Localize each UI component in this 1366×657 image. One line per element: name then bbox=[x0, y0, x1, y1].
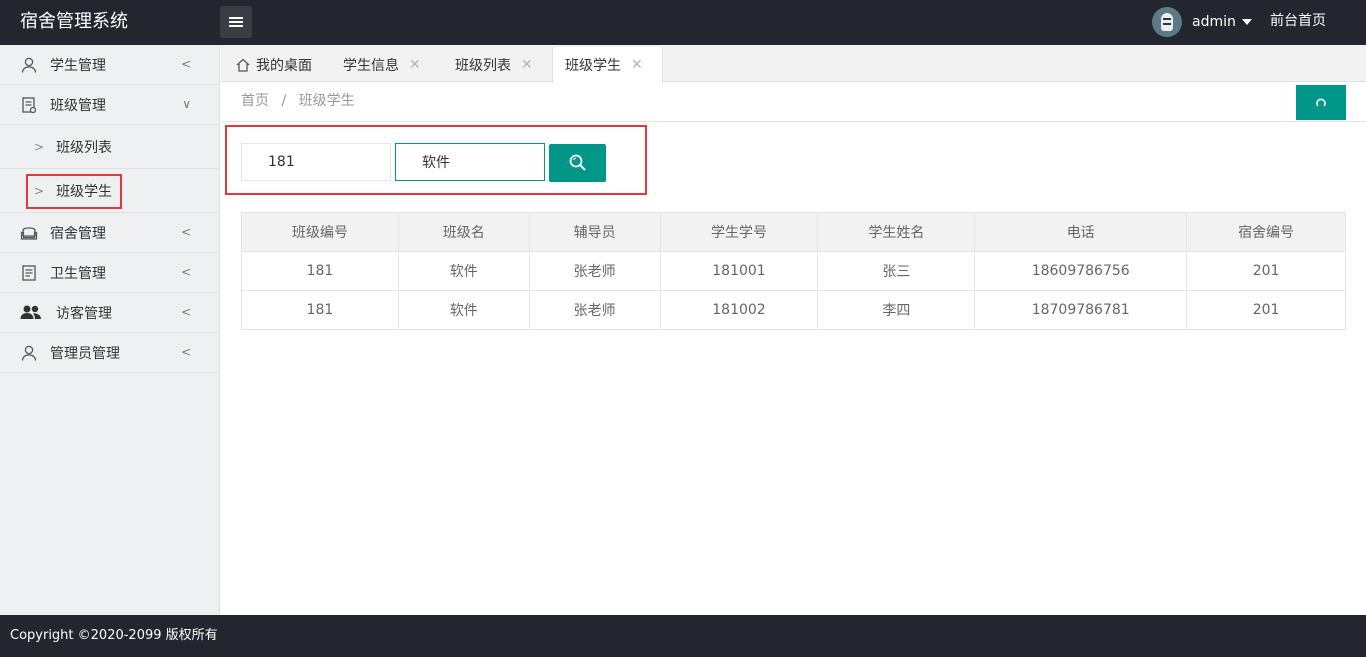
user-name: admin bbox=[1192, 14, 1236, 30]
sidebar-item-hygiene-management[interactable]: 卫生管理 < bbox=[0, 253, 219, 293]
close-icon[interactable]: ✕ bbox=[409, 57, 421, 73]
tab-label: 我的桌面 bbox=[256, 57, 312, 74]
column-header: 班级编号 bbox=[241, 212, 399, 252]
close-icon[interactable]: ✕ bbox=[631, 57, 643, 73]
sidebar-item-admin-management[interactable]: 管理员管理 < bbox=[0, 333, 219, 373]
menu-icon bbox=[229, 17, 243, 27]
table-cell: 181 bbox=[241, 251, 399, 291]
tab-my-desktop[interactable]: 我的桌面 bbox=[223, 47, 324, 82]
chevron-left-icon: < bbox=[180, 305, 191, 319]
table-cell: 李四 bbox=[817, 290, 976, 330]
table-cell: 软件 bbox=[397, 290, 530, 330]
sidebar-item-label: 管理员管理 bbox=[50, 345, 120, 362]
table-cell: 18609786756 bbox=[974, 251, 1188, 291]
breadcrumb-separator: / bbox=[281, 93, 287, 109]
sofa-icon bbox=[20, 226, 38, 240]
tab-class-list[interactable]: 班级列表 ✕ bbox=[443, 47, 545, 82]
close-icon[interactable]: ✕ bbox=[521, 57, 533, 73]
breadcrumb: 首页 / 班级学生 bbox=[241, 82, 355, 120]
table-cell: 张三 bbox=[817, 251, 976, 291]
breadcrumb-current: 班级学生 bbox=[298, 93, 355, 109]
class-students-table: 班级编号 班级名 辅导员 学生学号 学生姓名 电话 宿舍编号 181 软件 张老… bbox=[241, 212, 1346, 330]
table-cell: 201 bbox=[1186, 290, 1346, 330]
avatar bbox=[1152, 7, 1182, 37]
tab-label: 班级学生 bbox=[565, 58, 621, 74]
table-cell: 张老师 bbox=[528, 251, 661, 291]
refresh-button[interactable] bbox=[1296, 85, 1346, 120]
tab-label: 班级列表 bbox=[455, 57, 511, 74]
column-header: 学生学号 bbox=[659, 212, 819, 252]
sidebar-item-label: 访客管理 bbox=[56, 305, 112, 322]
class-name-input[interactable] bbox=[395, 143, 545, 181]
chevron-left-icon: < bbox=[180, 225, 191, 239]
sidebar-subitem-label: 班级列表 bbox=[56, 139, 113, 156]
sidebar: 学生管理 < 班级管理 ∨ > 班级列表 > 班级学生 宿舍管理 < 卫生管理 … bbox=[0, 45, 220, 615]
table-cell: 软件 bbox=[397, 251, 530, 291]
sidebar-subitem-label: 班级学生 bbox=[56, 184, 113, 200]
column-header: 电话 bbox=[974, 212, 1188, 252]
tab-bar: 我的桌面 学生信息 ✕ 班级列表 ✕ 班级学生 ✕ bbox=[221, 45, 1366, 83]
chevron-left-icon: < bbox=[180, 57, 191, 71]
caret-down-icon bbox=[1241, 19, 1252, 25]
tab-class-students[interactable]: 班级学生 ✕ bbox=[552, 47, 663, 83]
table-header-row: 班级编号 班级名 辅导员 学生学号 学生姓名 电话 宿舍编号 bbox=[241, 212, 1346, 252]
app-title: 宿舍管理系统 bbox=[20, 11, 128, 32]
breadcrumb-bar: 首页 / 班级学生 bbox=[221, 82, 1366, 122]
chevron-left-icon: < bbox=[180, 345, 191, 359]
table-cell: 181 bbox=[241, 290, 399, 330]
class-id-input[interactable] bbox=[241, 143, 391, 181]
footer: Copyright ©2020-2099 版权所有 bbox=[0, 615, 1366, 657]
user-menu[interactable]: admin bbox=[1152, 7, 1252, 37]
chevron-right-icon: > bbox=[34, 139, 45, 154]
sidebar-item-label: 班级管理 bbox=[50, 97, 106, 114]
home-icon bbox=[236, 58, 250, 72]
sidebar-item-class-management[interactable]: 班级管理 ∨ bbox=[0, 85, 219, 125]
sidebar-item-label: 学生管理 bbox=[50, 57, 106, 74]
sidebar-item-dorm-management[interactable]: 宿舍管理 < bbox=[0, 213, 219, 253]
table-cell: 18709786781 bbox=[974, 290, 1188, 330]
table-cell: 181002 bbox=[659, 290, 819, 330]
chevron-left-icon: < bbox=[180, 265, 191, 279]
top-header: 宿舍管理系统 admin 前台首页 bbox=[0, 0, 1366, 45]
chevron-right-icon: > bbox=[34, 184, 45, 198]
users-icon bbox=[20, 305, 41, 319]
sidebar-item-label: 卫生管理 bbox=[50, 265, 106, 282]
breadcrumb-home[interactable]: 首页 bbox=[241, 93, 269, 109]
sidebar-item-student-management[interactable]: 学生管理 < bbox=[0, 45, 219, 85]
search-icon bbox=[569, 154, 586, 171]
user-icon bbox=[21, 57, 37, 73]
search-button[interactable] bbox=[549, 144, 606, 182]
sidebar-subitem-class-list[interactable]: > 班级列表 bbox=[0, 125, 219, 169]
column-header: 班级名 bbox=[397, 212, 530, 252]
table-row: 181 软件 张老师 181002 李四 18709786781 201 bbox=[241, 290, 1346, 330]
user-icon bbox=[21, 345, 37, 361]
table-cell: 181001 bbox=[659, 251, 819, 291]
tab-student-info[interactable]: 学生信息 ✕ bbox=[331, 47, 433, 82]
table-cell: 张老师 bbox=[528, 290, 661, 330]
chevron-down-icon: ∨ bbox=[182, 97, 191, 111]
sidebar-item-label: 宿舍管理 bbox=[50, 225, 106, 242]
notepad-icon bbox=[22, 264, 36, 281]
table-cell: 201 bbox=[1186, 251, 1346, 291]
front-home-link[interactable]: 前台首页 bbox=[1270, 0, 1326, 43]
sidebar-subitem-class-students[interactable]: > 班级学生 bbox=[0, 169, 219, 213]
refresh-icon bbox=[1316, 98, 1326, 107]
column-header: 宿舍编号 bbox=[1186, 212, 1346, 252]
document-icon bbox=[22, 96, 37, 113]
menu-toggle-button[interactable] bbox=[220, 6, 252, 38]
table-row: 181 软件 张老师 181001 张三 18609786756 201 bbox=[241, 251, 1346, 291]
column-header: 学生姓名 bbox=[817, 212, 976, 252]
column-header: 辅导员 bbox=[528, 212, 661, 252]
tab-label: 学生信息 bbox=[343, 57, 399, 74]
sidebar-item-visitor-management[interactable]: 访客管理 < bbox=[0, 293, 219, 333]
